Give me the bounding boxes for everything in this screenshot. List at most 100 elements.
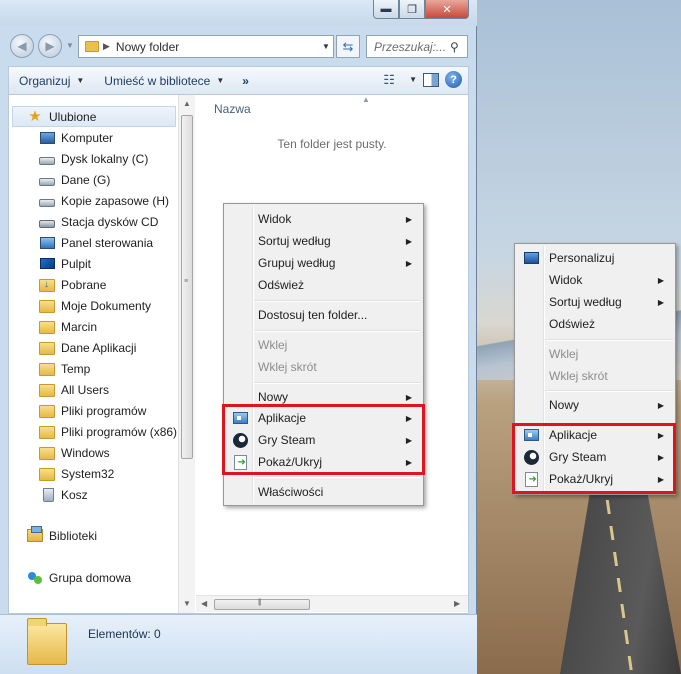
nav-item-label: Panel sterowania [61, 235, 154, 250]
downloads-folder-icon [39, 277, 55, 293]
submenu-arrow-icon: ▶ [405, 236, 412, 246]
nav-item-label: Stacja dysków CD [61, 214, 159, 229]
folder-icon [39, 340, 55, 356]
folder-icon [39, 382, 55, 398]
control-panel-icon [39, 235, 55, 251]
desktop-icon [39, 256, 55, 272]
include-in-library-button[interactable]: Umieść w bibliotece ▼ [94, 67, 234, 95]
command-bar: Organizuj ▼ Umieść w bibliotece ▼ » ☷ ▼ … [8, 66, 469, 94]
nav-item-label: Pulpit [61, 256, 92, 271]
details-pane: Elementów: 0 [0, 614, 477, 674]
search-icon[interactable]: ⚲ [450, 40, 459, 54]
menu-item-customize-folder[interactable]: Dostosuj ten folder... [226, 304, 422, 326]
organize-button[interactable]: Organizuj ▼ [9, 67, 94, 95]
menu-item-sort-by[interactable]: Sortuj według ▶ [517, 291, 674, 313]
include-in-library-label: Umieść w bibliotece [104, 73, 211, 88]
menu-item-view[interactable]: Widok ▶ [517, 269, 674, 291]
nav-item-label: All Users [61, 382, 110, 397]
horizontal-scrollbar-thumb[interactable] [214, 599, 310, 610]
recent-pages-button[interactable]: ▼ [66, 41, 74, 50]
navigation-bar: ◀ ▶ ▼ ▶ Nowy folder ▼ ⇆ ⚲ [0, 30, 477, 62]
close-button[interactable]: ✕ [425, 0, 469, 19]
scrollbar-grip-icon: ≡ [184, 278, 189, 285]
menu-item-sort-by[interactable]: Sortuj według ▶ [226, 230, 422, 252]
scrollbar-thumb[interactable] [181, 115, 193, 459]
menu-separator [545, 339, 673, 341]
folder-icon [39, 424, 55, 440]
menu-separator [254, 382, 420, 384]
refresh-icon: ⇆ [342, 38, 354, 54]
drive-icon [39, 172, 55, 188]
nav-item-favorites[interactable]: ★ Ulubione [12, 106, 176, 127]
homegroup-icon [27, 570, 43, 586]
more-commands-button[interactable]: » [234, 74, 257, 88]
nav-item-homegroup[interactable]: Grupa domowa [27, 567, 197, 588]
scroll-down-icon[interactable]: ▼ [183, 599, 191, 608]
title-bar[interactable]: ▬ ❐ ✕ [0, 0, 477, 26]
menu-item-view[interactable]: Widok ▶ [226, 208, 422, 230]
views-dropdown-icon[interactable]: ▼ [409, 75, 417, 84]
scroll-left-icon[interactable]: ◀ [201, 599, 207, 608]
nav-item-label: Moje Dokumenty [61, 298, 152, 313]
nav-item-label: Marcin [61, 319, 98, 334]
menu-item-refresh[interactable]: Odśwież [226, 274, 422, 296]
minimize-button[interactable]: ▬ [373, 0, 399, 19]
menu-item-properties[interactable]: Właściwości [226, 481, 422, 503]
command-bar-right: ☷ ▼ ? [381, 71, 462, 88]
empty-folder-message: Ten folder jest pusty. [277, 137, 387, 151]
menu-item-paste-shortcut: Wklej skrót [549, 369, 608, 383]
address-dropdown-icon[interactable]: ▼ [319, 42, 333, 51]
folder-icon [27, 618, 67, 665]
menu-item-new[interactable]: Nowy ▶ [517, 394, 674, 416]
scroll-up-icon[interactable]: ▲ [183, 99, 191, 108]
drive-icon [39, 193, 55, 209]
nav-item-label: Kosz [61, 487, 88, 502]
menu-separator [254, 330, 420, 332]
horizontal-scrollbar[interactable]: ◀ ||| ▶ [196, 595, 468, 612]
nav-item-libraries[interactable]: Biblioteki [27, 525, 197, 546]
address-bar[interactable]: ▶ Nowy folder ▼ [78, 35, 334, 58]
drive-icon [39, 151, 55, 167]
arrow-right-icon: ▶ [45, 39, 55, 53]
nav-item-label: Komputer [61, 130, 114, 145]
sort-ascending-icon: ▲ [362, 95, 370, 104]
computer-icon [39, 130, 55, 146]
breadcrumb-separator-icon[interactable]: ▶ [103, 41, 110, 52]
caption-buttons: ▬ ❐ ✕ [373, 0, 469, 19]
nav-item-label: Temp [61, 361, 91, 376]
column-header-name[interactable]: Nazwa [214, 102, 251, 116]
personalize-icon [523, 250, 539, 266]
folder-icon [39, 466, 55, 482]
nav-item-label: Ulubione [49, 109, 97, 124]
search-box[interactable]: ⚲ [366, 35, 468, 58]
menu-item-refresh[interactable]: Odśwież [517, 313, 674, 335]
star-icon: ★ [28, 107, 42, 125]
highlight-box [222, 404, 425, 475]
menu-item-group-by[interactable]: Grupuj według ▶ [226, 252, 422, 274]
refresh-button[interactable]: ⇆ [336, 35, 360, 58]
search-input[interactable] [372, 38, 448, 55]
scrollbar-grip-icon: ||| [258, 599, 262, 606]
items-count: Elementów: 0 [88, 627, 161, 641]
nav-item-label: Windows [61, 445, 110, 460]
preview-pane-icon[interactable] [423, 72, 439, 87]
submenu-arrow-icon: ▶ [405, 392, 412, 402]
organize-label: Organizuj [19, 73, 71, 88]
scroll-right-icon[interactable]: ▶ [454, 599, 460, 608]
nav-item-label: Dane (G) [61, 172, 111, 187]
arrow-left-icon: ◀ [17, 39, 27, 53]
submenu-arrow-icon: ▶ [657, 275, 664, 285]
maximize-button[interactable]: ❐ [399, 0, 425, 19]
nav-pane-scrollbar[interactable]: ▲ ≡ ▼ [178, 95, 195, 613]
chevron-down-icon: ▼ [216, 76, 225, 85]
back-button[interactable]: ◀ [10, 34, 34, 58]
change-view-icon[interactable]: ☷ [381, 72, 397, 87]
nav-item-label: Pliki programów (x86) [61, 424, 178, 439]
folder-icon [39, 319, 55, 335]
forward-button[interactable]: ▶ [38, 34, 62, 58]
highlight-box [512, 423, 676, 494]
folder-icon [39, 361, 55, 377]
menu-item-personalize[interactable]: Personalizuj [517, 247, 674, 269]
help-icon[interactable]: ? [445, 71, 462, 88]
address-text[interactable]: Nowy folder [116, 40, 319, 54]
